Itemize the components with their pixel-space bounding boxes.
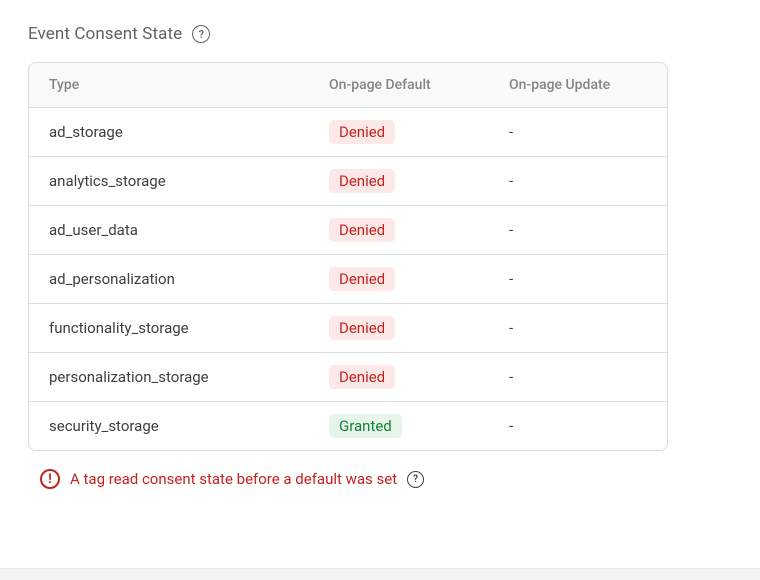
- consent-table-wrapper: Type On-page Default On-page Update ad_s…: [28, 62, 668, 451]
- cell-default: Granted: [309, 402, 489, 451]
- help-icon[interactable]: ?: [407, 471, 424, 488]
- cell-update: -: [489, 157, 667, 206]
- cell-type: ad_personalization: [29, 255, 309, 304]
- cell-default: Denied: [309, 157, 489, 206]
- help-icon[interactable]: ?: [192, 25, 210, 43]
- column-header-default: On-page Default: [309, 63, 489, 108]
- status-badge: Denied: [329, 316, 395, 340]
- cell-type: ad_user_data: [29, 206, 309, 255]
- cell-type: security_storage: [29, 402, 309, 451]
- cell-update: -: [489, 255, 667, 304]
- column-header-update: On-page Update: [489, 63, 667, 108]
- cell-default: Denied: [309, 206, 489, 255]
- error-icon: !: [40, 469, 60, 489]
- cell-default: Denied: [309, 353, 489, 402]
- table-row: functionality_storage Denied -: [29, 304, 667, 353]
- table-row: ad_personalization Denied -: [29, 255, 667, 304]
- cell-type: personalization_storage: [29, 353, 309, 402]
- consent-alert: ! A tag read consent state before a defa…: [28, 469, 732, 489]
- table-row: ad_storage Denied -: [29, 108, 667, 157]
- status-badge: Denied: [329, 267, 395, 291]
- cell-type: functionality_storage: [29, 304, 309, 353]
- cell-default: Denied: [309, 304, 489, 353]
- status-badge: Denied: [329, 120, 395, 144]
- section-header: Event Consent State ?: [28, 24, 732, 44]
- cell-update: -: [489, 206, 667, 255]
- cell-default: Denied: [309, 255, 489, 304]
- consent-table: Type On-page Default On-page Update ad_s…: [29, 63, 667, 450]
- cell-update: -: [489, 108, 667, 157]
- status-badge: Granted: [329, 414, 402, 438]
- table-row: ad_user_data Denied -: [29, 206, 667, 255]
- cell-default: Denied: [309, 108, 489, 157]
- alert-text: A tag read consent state before a defaul…: [70, 470, 397, 488]
- cell-type: analytics_storage: [29, 157, 309, 206]
- column-header-type: Type: [29, 63, 309, 108]
- section-title: Event Consent State: [28, 24, 182, 44]
- cell-update: -: [489, 353, 667, 402]
- cell-update: -: [489, 304, 667, 353]
- footer-divider: [0, 568, 760, 580]
- status-badge: Denied: [329, 169, 395, 193]
- cell-update: -: [489, 402, 667, 451]
- table-row: personalization_storage Denied -: [29, 353, 667, 402]
- table-row: security_storage Granted -: [29, 402, 667, 451]
- table-row: analytics_storage Denied -: [29, 157, 667, 206]
- status-badge: Denied: [329, 365, 395, 389]
- status-badge: Denied: [329, 218, 395, 242]
- cell-type: ad_storage: [29, 108, 309, 157]
